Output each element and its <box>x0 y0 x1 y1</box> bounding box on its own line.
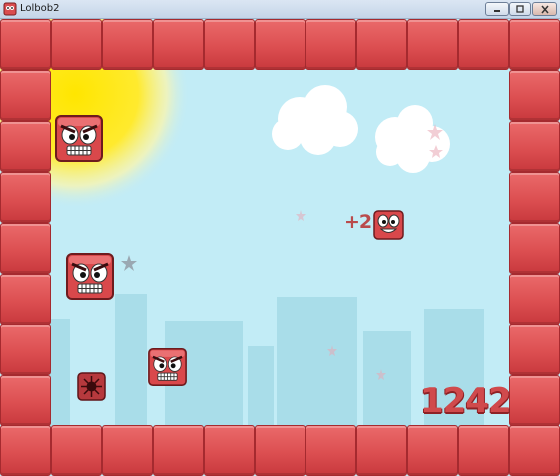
close-button[interactable] <box>532 2 557 16</box>
wall-tile <box>407 19 458 70</box>
game-canvas[interactable]: +2 1242 <box>0 19 560 476</box>
wall-tile <box>509 19 560 70</box>
wall-tile <box>0 274 51 325</box>
angry-red-block-icon <box>66 253 114 300</box>
wall-tile <box>0 121 51 172</box>
wall-tile <box>0 70 51 121</box>
wall-tile <box>509 70 560 121</box>
wall-tile <box>153 19 204 70</box>
wall-tile <box>0 223 51 274</box>
score-display: 1242 <box>420 381 512 421</box>
app-icon <box>3 2 17 16</box>
wall-tile <box>509 425 560 476</box>
wall-tile <box>305 425 356 476</box>
wall-tile <box>458 19 509 70</box>
wall-tile <box>356 19 407 70</box>
window-title: Lolbob2 <box>20 3 60 14</box>
wall-tile <box>0 425 51 476</box>
wall-tile <box>51 425 102 476</box>
wall-tile <box>509 324 560 375</box>
angry-red-block-icon <box>148 348 187 386</box>
wall-tile <box>509 274 560 325</box>
wall-tile <box>0 172 51 223</box>
wall-tile <box>509 172 560 223</box>
title-bar[interactable]: Lolbob2 <box>0 0 560 19</box>
minimize-icon <box>494 10 500 12</box>
angry-red-block-icon <box>55 115 103 162</box>
spike-block <box>77 372 106 401</box>
wall-tile <box>51 19 102 70</box>
wall-tile <box>204 19 255 70</box>
player-block <box>373 210 404 240</box>
wall-tile <box>509 223 560 274</box>
enemy-block <box>55 115 103 162</box>
wall-tile <box>255 425 306 476</box>
wall-tile <box>509 375 560 426</box>
wall-tile <box>509 121 560 172</box>
enemy-block <box>66 253 114 300</box>
wall-tile <box>204 425 255 476</box>
bonus-popup: +2 <box>344 211 372 233</box>
wall-tile <box>255 19 306 70</box>
close-icon <box>540 5 549 13</box>
wall-tile <box>356 425 407 476</box>
minimize-button[interactable] <box>485 2 509 16</box>
maximize-icon <box>516 5 524 13</box>
smiling-red-block-icon <box>373 210 404 240</box>
wall-tile <box>0 375 51 426</box>
maximize-button[interactable] <box>509 2 531 16</box>
enemy-block <box>148 348 187 386</box>
wall-tile <box>102 425 153 476</box>
wall-tile <box>0 324 51 375</box>
wall-tile <box>458 425 509 476</box>
wall-tile <box>102 19 153 70</box>
wall-tile <box>153 425 204 476</box>
spiked-mine-icon <box>77 372 106 401</box>
wall-tile <box>407 425 458 476</box>
wall-tile <box>305 19 356 70</box>
wall-tile <box>0 19 51 70</box>
